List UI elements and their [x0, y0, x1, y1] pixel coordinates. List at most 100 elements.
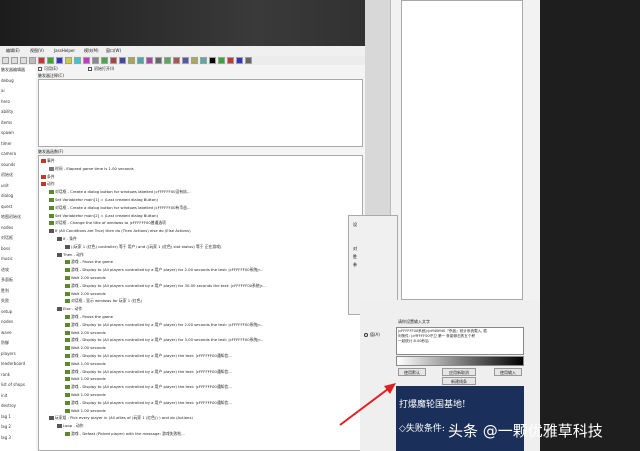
color-gradient-bar[interactable]: [396, 356, 524, 366]
tree-node[interactable]: Wait 2.00 seconds: [65, 345, 106, 351]
trigger-list-item[interactable]: setup: [1, 309, 12, 314]
tree-node[interactable]: If - 条件: [57, 236, 77, 242]
toolbar-button[interactable]: [218, 57, 225, 64]
toolbar-button[interactable]: [83, 57, 90, 64]
tree-node[interactable]: Wait 2.00 seconds: [65, 330, 106, 336]
trigger-list-item[interactable]: nodes: [1, 319, 13, 324]
toolbar-button[interactable]: [236, 57, 243, 64]
tree-node[interactable]: Then - 动作: [57, 252, 84, 258]
toolbar-button[interactable]: [47, 57, 54, 64]
toolbar-button[interactable]: [92, 57, 99, 64]
trigger-list-item[interactable]: 进攻: [1, 267, 9, 273]
toolbar-button[interactable]: [191, 57, 198, 64]
tree-node[interactable]: 玩家组 - Pick every player in (All allies o…: [49, 415, 193, 421]
tree-node[interactable]: 游戏 - Display to (All players controlled …: [65, 369, 232, 375]
trigger-list-item[interactable]: players: [1, 351, 16, 356]
toolbar-button[interactable]: [173, 57, 180, 64]
tree-node[interactable]: 对话框 - Create a dialog button for windows…: [49, 189, 191, 195]
trigger-list-item[interactable]: lag 1: [1, 414, 11, 419]
trigger-list-item[interactable]: items: [1, 120, 12, 125]
toolbar-button[interactable]: [11, 57, 18, 64]
tree-node[interactable]: If (All Conditions are True) then do (Th…: [49, 228, 191, 234]
trigger-list-item[interactable]: ability: [1, 109, 13, 114]
trigger-list-item[interactable]: 失败: [1, 298, 9, 304]
tree-node[interactable]: 动作: [41, 181, 55, 187]
tree-node[interactable]: 游戏 - Display to (All players controlled …: [65, 283, 266, 289]
trigger-list-item[interactable]: 多面板: [1, 277, 13, 283]
tree-node[interactable]: Set Variablefor main[1] = (Last created …: [49, 197, 158, 203]
trigger-list-item[interactable]: lag 3: [1, 435, 11, 440]
use-default-button[interactable]: 使用默认: [398, 368, 426, 376]
trigger-list-item[interactable]: quest: [1, 204, 12, 209]
apply-cancel-button[interactable]: 应用新取消: [442, 368, 476, 376]
tree-node[interactable]: 游戏 - Display to (All players controlled …: [65, 322, 263, 328]
trigger-list-item[interactable]: 触发器编辑器: [1, 67, 25, 73]
trigger-list-item[interactable]: nodes: [1, 225, 13, 230]
tree-node[interactable]: 游戏 - Display to (All players controlled …: [65, 337, 263, 343]
trigger-list-item[interactable]: rank: [1, 372, 10, 377]
text-value-input[interactable]: |cFFFFFF00系统|r|cff40ff40『杀敌』统计系统载入, 胜 利条…: [396, 327, 524, 355]
tree-node[interactable]: 游戏 - Display to (All players controlled …: [65, 384, 232, 390]
tree-node[interactable]: 对话框 - 显示 windows for 玩家 1 (红色): [65, 298, 142, 304]
trigger-list-item[interactable]: destroy: [1, 403, 16, 408]
trigger-list-item[interactable]: boss: [1, 246, 10, 251]
tree-node[interactable]: ((玩家 1 (红色) controller) 等于 用户) and ((玩家 …: [65, 244, 221, 250]
menu-edit[interactable]: 编辑(E): [6, 48, 20, 54]
trigger-list-item[interactable]: camera: [1, 151, 16, 156]
enabled-checkbox[interactable]: [38, 67, 42, 71]
use-input-button[interactable]: 使用输入: [494, 368, 522, 376]
trigger-list-item[interactable]: music: [1, 256, 13, 261]
new-line-button[interactable]: 新建线条: [442, 377, 476, 385]
menu-jasshelper[interactable]: JassHelper: [54, 48, 75, 53]
menu-window[interactable]: 窗口(W): [106, 48, 121, 54]
trigger-list-item[interactable]: spawn: [1, 130, 14, 135]
menu-module[interactable]: 模块(M): [84, 48, 99, 54]
trigger-list-item[interactable]: unit: [1, 183, 9, 188]
tree-node[interactable]: Wait 2.00 seconds: [65, 275, 106, 281]
trigger-list-item[interactable]: 胜利: [1, 288, 9, 294]
trigger-list-item[interactable]: lag 2: [1, 424, 11, 429]
toolbar-button[interactable]: [119, 57, 126, 64]
toolbar-button[interactable]: [245, 57, 252, 64]
toolbar-button[interactable]: [200, 57, 207, 64]
toolbar-button[interactable]: [164, 57, 171, 64]
tree-node[interactable]: Else - 动作: [57, 306, 82, 312]
tree-node[interactable]: Wait 1.00 seconds: [65, 392, 106, 398]
trigger-list-item[interactable]: ai: [1, 88, 5, 93]
tree-node[interactable]: Loop - 动作: [57, 423, 83, 429]
toolbar-button[interactable]: [182, 57, 189, 64]
toolbar-button[interactable]: [227, 57, 234, 64]
toolbar-button[interactable]: [74, 57, 81, 64]
trigger-list-item[interactable]: 初始化: [1, 172, 13, 178]
tree-node[interactable]: Wait 1.00 seconds: [65, 361, 106, 367]
toolbar-button[interactable]: [2, 57, 9, 64]
toolbar-button[interactable]: [146, 57, 153, 64]
tree-node[interactable]: 对话框 - Create a dialog button for windows…: [49, 205, 191, 211]
tree-node[interactable]: 游戏 - Display to (All players controlled …: [65, 267, 263, 273]
toolbar-button[interactable]: [56, 57, 63, 64]
trigger-list-item[interactable]: dialog: [1, 193, 13, 198]
tree-node[interactable]: 游戏 - Display to (All players controlled …: [65, 400, 232, 406]
tree-node[interactable]: Set Variablefor main[2] = (Last created …: [49, 213, 158, 219]
toolbar-button[interactable]: [29, 57, 36, 64]
trigger-list-item[interactable]: hero: [1, 99, 10, 104]
tree-node[interactable]: 游戏 - Pause the game: [65, 259, 113, 265]
tree-node[interactable]: 游戏 - Pause the game: [65, 314, 113, 320]
tree-node[interactable]: 事件: [41, 158, 55, 164]
tree-node[interactable]: 时间 - Elapsed game time is 1.00 seconds: [49, 166, 134, 172]
toolbar-button[interactable]: [137, 57, 144, 64]
toolbar-button[interactable]: [65, 57, 72, 64]
trigger-list-item[interactable]: timer: [1, 141, 12, 146]
trigger-list-item[interactable]: 地图初始化: [1, 214, 21, 220]
initially-on-checkbox[interactable]: [88, 67, 92, 71]
trigger-list-item[interactable]: init: [1, 393, 7, 398]
tree-node[interactable]: 游戏 - Defeat (Picked player) with the mes…: [65, 431, 185, 437]
tree-node[interactable]: 对话框 - Change the title of windows to |cF…: [49, 220, 166, 226]
trigger-list-item[interactable]: 对话框: [1, 235, 13, 241]
trigger-list-item[interactable]: wave: [1, 330, 12, 335]
toolbar-button[interactable]: [101, 57, 108, 64]
menu-view[interactable]: 视图(V): [30, 48, 44, 54]
toolbar-button[interactable]: [20, 57, 27, 64]
trigger-list-item[interactable]: 防御: [1, 340, 9, 346]
tree-node[interactable]: 条件: [41, 174, 55, 180]
